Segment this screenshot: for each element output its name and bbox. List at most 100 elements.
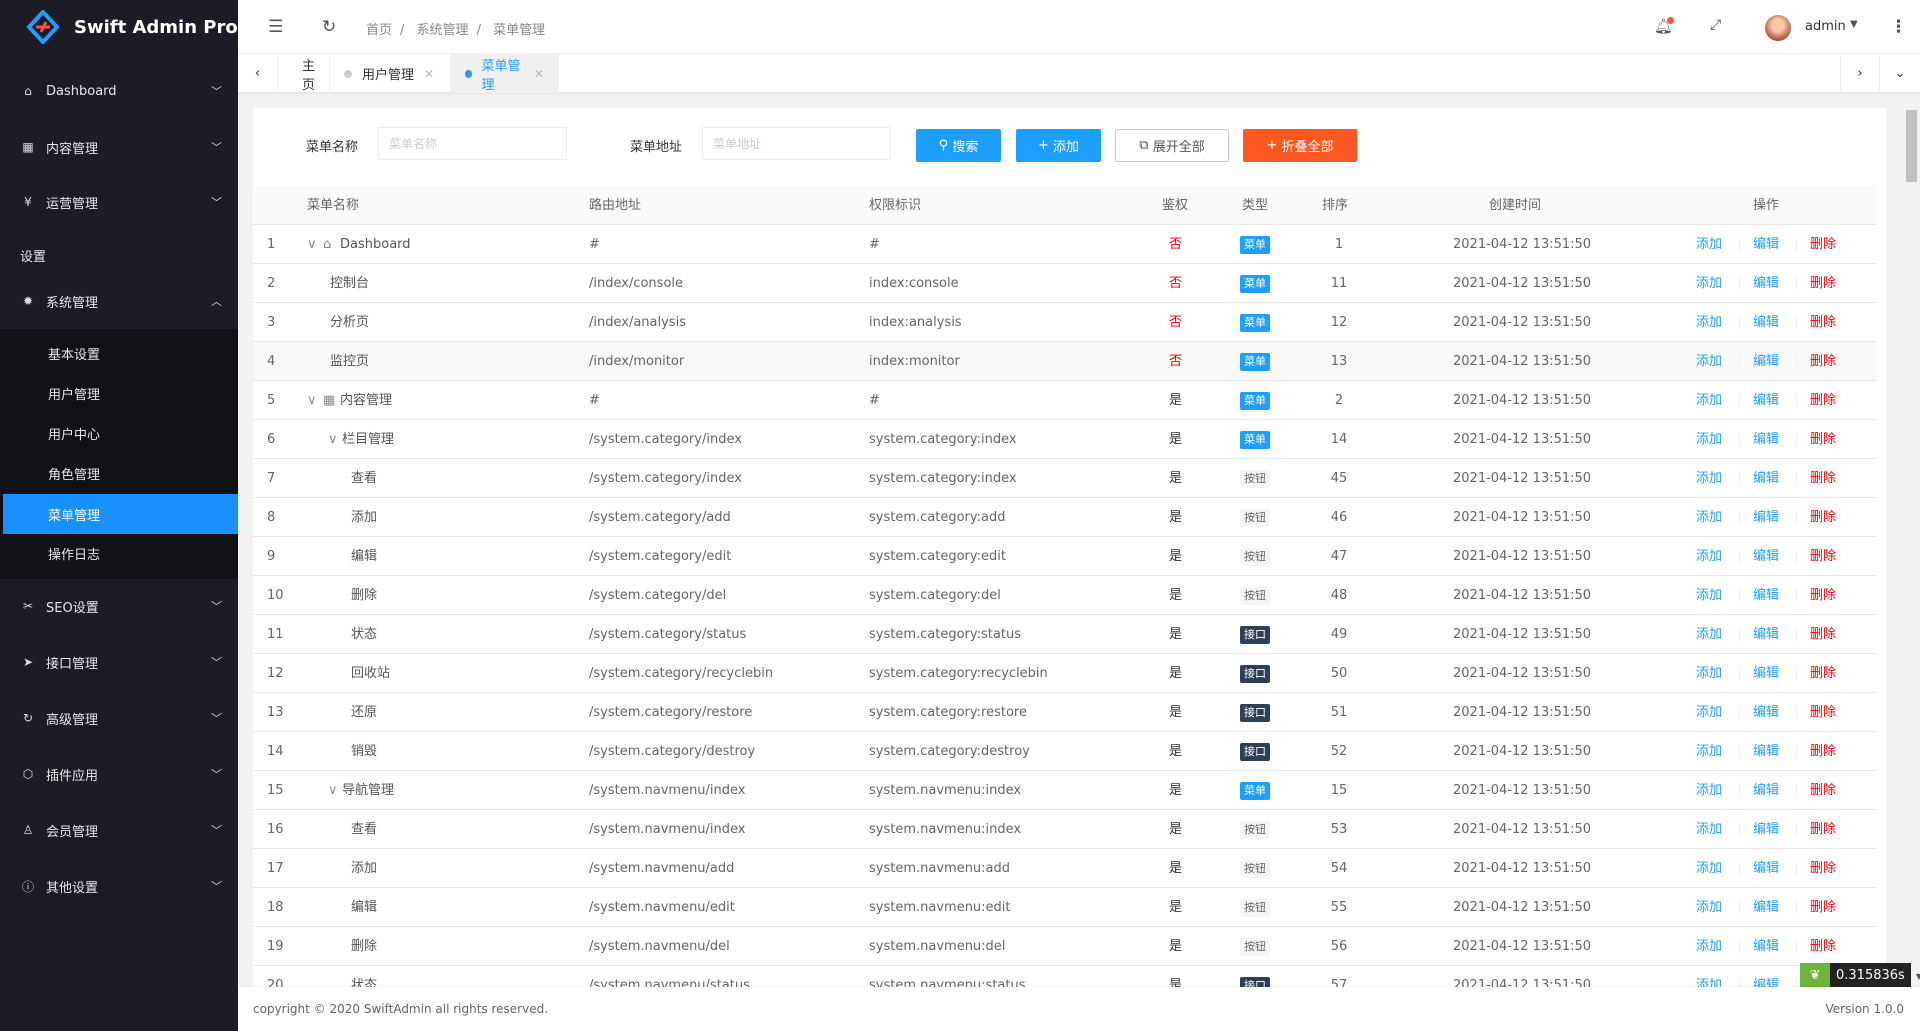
row-add-link[interactable]: 添加 [1696,498,1722,537]
row-delete-link[interactable]: 删除 [1810,576,1836,615]
sidebar-subitem-3[interactable]: 角色管理 [0,453,238,493]
table-row[interactable]: 17 添加/system.navmenu/add system.navmenu:ad… [253,849,1876,888]
table-row[interactable]: 12 回收站/system.category/recyclebin system.c… [253,654,1876,693]
close-icon[interactable]: ✕ [534,67,544,81]
row-edit-link[interactable]: 编辑 [1753,420,1779,459]
sidebar-subitem-2[interactable]: 用户中心 [0,413,238,453]
sidebar-item-8[interactable]: ⬡ 插件应用 ﹀ [0,754,238,794]
table-row[interactable]: 4 监控页/index/monitor index:monitor 否 菜单 13 2021… [253,342,1876,381]
sidebar-item-7[interactable]: ↻ 高级管理 ﹀ [0,698,238,738]
row-edit-link[interactable]: 编辑 [1753,264,1779,303]
row-add-link[interactable]: 添加 [1696,537,1722,576]
row-add-link[interactable]: 添加 [1696,615,1722,654]
row-delete-link[interactable]: 删除 [1810,459,1836,498]
table-row[interactable]: 5 ∨ ▦ 内容管理 # # 是 菜单 2 2021-04-12 13:51:50 添加 编辑 删除 [253,381,1876,420]
row-add-link[interactable]: 添加 [1696,654,1722,693]
breadcrumb-home[interactable]: 首页 [366,23,392,38]
sidebar-item-10[interactable]: ⓘ 其他设置 ﹀ [0,866,238,906]
table-row[interactable]: 14 销毁/system.category/destroy system.categ… [253,732,1876,771]
logo[interactable]: Swift Admin Pro [0,0,238,54]
debug-timer[interactable]: ❦ 0.315836s ▼ [1800,963,1920,989]
row-delete-link[interactable]: 删除 [1810,771,1836,810]
scrollbar-thumb[interactable] [1906,110,1917,182]
sidebar-subitem-0[interactable]: 基本设置 [0,333,238,373]
sidebar-item-5[interactable]: ✂ SEO设置 ﹀ [0,586,238,626]
row-edit-link[interactable]: 编辑 [1753,693,1779,732]
sidebar-item-6[interactable]: ➤ 接口管理 ﹀ [0,642,238,682]
caret-down-icon[interactable]: ▼ [1850,19,1858,30]
page-scrollbar[interactable] [1905,100,1918,987]
row-delete-link[interactable]: 删除 [1810,264,1836,303]
row-add-link[interactable]: 添加 [1696,810,1722,849]
fullscreen-icon[interactable]: ⤢ [1710,17,1721,33]
row-delete-link[interactable]: 删除 [1810,420,1836,459]
tab-scroll-right[interactable]: › [1840,54,1880,93]
sidebar-subitem-4[interactable]: 菜单管理 [3,494,238,534]
row-delete-link[interactable]: 删除 [1810,849,1836,888]
row-edit-link[interactable]: 编辑 [1753,927,1779,966]
row-add-link[interactable]: 添加 [1696,732,1722,771]
row-add-link[interactable]: 添加 [1696,303,1722,342]
tab-scroll-left[interactable]: ‹ [238,54,278,93]
sidebar-subitem-1[interactable]: 用户管理 [0,373,238,413]
sidebar-item-9[interactable]: ♙ 会员管理 ﹀ [0,810,238,850]
row-delete-link[interactable]: 删除 [1810,693,1836,732]
tab-1[interactable]: 用户管理 ✕ [330,54,451,93]
row-delete-link[interactable]: 删除 [1810,225,1836,264]
row-edit-link[interactable]: 编辑 [1753,459,1779,498]
table-row[interactable]: 9 编辑/system.category/edit system.category:… [253,537,1876,576]
refresh-icon[interactable]: ↻ [322,17,336,37]
tree-toggle-icon[interactable]: ∨ [307,381,317,420]
row-add-link[interactable]: 添加 [1696,420,1722,459]
close-icon[interactable]: ✕ [424,67,434,81]
tab-menu[interactable]: ⌄ [1880,54,1920,93]
tree-toggle-icon[interactable]: ∨ [328,420,338,459]
sidebar-item-1[interactable]: ▦ 内容管理 ﹀ [0,127,238,167]
table-row[interactable]: 8 添加/system.category/add system.category:a… [253,498,1876,537]
tree-toggle-icon[interactable]: ∨ [307,225,317,264]
row-add-link[interactable]: 添加 [1696,381,1722,420]
row-add-link[interactable]: 添加 [1696,342,1722,381]
sidebar-item-3[interactable]: 设置 [0,235,238,275]
sidebar-item-0[interactable]: ⌂ Dashboard ﹀ [0,71,238,111]
sidebar-item-4[interactable]: ✹ 系统管理 ︿ [0,281,238,321]
row-delete-link[interactable]: 删除 [1810,927,1836,966]
bell-icon[interactable]: 🔔︎ [1654,17,1674,35]
row-delete-link[interactable]: 删除 [1810,498,1836,537]
menu-fold-icon[interactable]: ☰ [268,17,283,37]
table-row[interactable]: 2 控制台/index/console index:console 否 菜单 11 2021… [253,264,1876,303]
row-edit-link[interactable]: 编辑 [1753,576,1779,615]
row-delete-link[interactable]: 删除 [1810,888,1836,927]
row-add-link[interactable]: 添加 [1696,888,1722,927]
row-delete-link[interactable]: 删除 [1810,537,1836,576]
row-edit-link[interactable]: 编辑 [1753,498,1779,537]
row-add-link[interactable]: 添加 [1696,966,1722,987]
table-row[interactable]: 11 状态/system.category/status system.catego… [253,615,1876,654]
row-add-link[interactable]: 添加 [1696,771,1722,810]
row-add-link[interactable]: 添加 [1696,225,1722,264]
search-button[interactable]: ⚲ 搜索 [916,129,1001,162]
row-delete-link[interactable]: 删除 [1810,615,1836,654]
row-delete-link[interactable]: 删除 [1810,810,1836,849]
table-row[interactable]: 10 删除/system.category/del system.category:… [253,576,1876,615]
row-edit-link[interactable]: 编辑 [1753,888,1779,927]
row-delete-link[interactable]: 删除 [1810,342,1836,381]
user-name[interactable]: admin [1805,19,1846,34]
row-add-link[interactable]: 添加 [1696,459,1722,498]
collapse-all-button[interactable]: + 折叠全部 [1243,129,1357,162]
more-icon[interactable]: ⋮ [1890,17,1907,37]
tree-toggle-icon[interactable]: ∨ [328,771,338,810]
row-edit-link[interactable]: 编辑 [1753,225,1779,264]
table-row[interactable]: 1 ∨ ⌂ Dashboard # # 否 菜单 1 2021-04-12 13:51:50 添加编… [253,225,1876,264]
sidebar-item-2[interactable]: ¥ 运营管理 ﹀ [0,182,238,222]
table-row[interactable]: 19 删除/system.navmenu/del system.navmenu:de… [253,927,1876,966]
breadcrumb-system[interactable]: 系统管理 [417,23,469,38]
row-edit-link[interactable]: 编辑 [1753,810,1779,849]
row-add-link[interactable]: 添加 [1696,576,1722,615]
add-button[interactable]: + 添加 [1016,129,1101,162]
row-delete-link[interactable]: 删除 [1810,732,1836,771]
row-edit-link[interactable]: 编辑 [1753,537,1779,576]
row-edit-link[interactable]: 编辑 [1753,381,1779,420]
table-row[interactable]: 6 ∨ 栏目管理/system.category/index system.categ… [253,420,1876,459]
row-delete-link[interactable]: 删除 [1810,303,1836,342]
